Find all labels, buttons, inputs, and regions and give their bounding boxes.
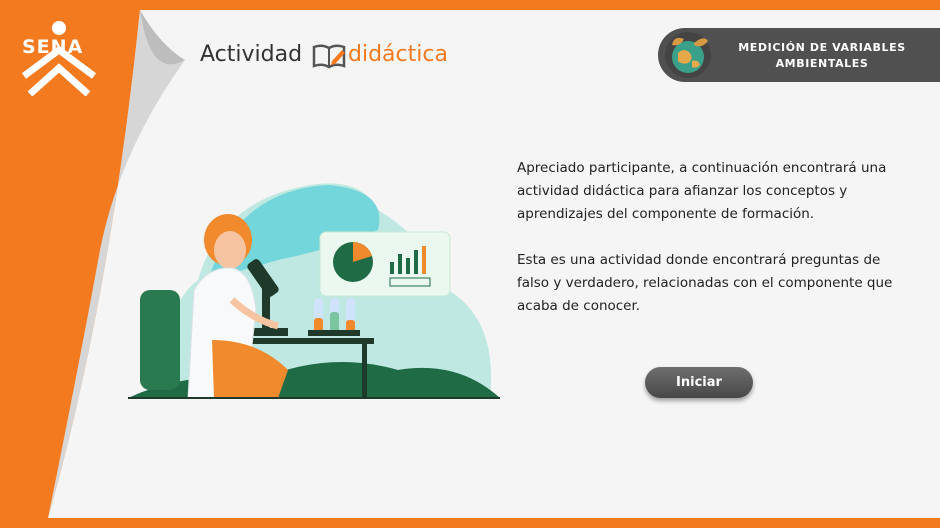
scientist-microscope-illustration xyxy=(128,183,500,399)
course-badge-title: MEDICIÓN DE VARIABLES AMBIENTALES xyxy=(722,40,922,72)
page-title-word: Actividad xyxy=(200,42,303,67)
book-pencil-icon xyxy=(312,44,346,69)
start-button[interactable]: Iniciar xyxy=(645,367,753,398)
course-badge-line2: AMBIENTALES xyxy=(775,57,869,70)
activity-description: Esta es una actividad donde encontrará p… xyxy=(517,252,893,314)
logo-text: SENA xyxy=(22,36,84,58)
earth-leaves-icon xyxy=(665,32,711,78)
intro-paragraph: Apreciado participante, a continuación e… xyxy=(517,160,887,222)
page-title-accent: didáctica xyxy=(348,42,448,67)
course-badge-line1: MEDICIÓN DE VARIABLES xyxy=(738,41,906,54)
sena-logo-icon xyxy=(21,21,97,96)
